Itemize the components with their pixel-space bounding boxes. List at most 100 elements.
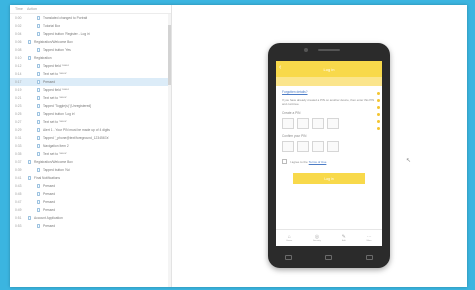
validation-dot <box>377 92 380 95</box>
row-label: Tapped button 'Register - Log in' <box>43 32 91 36</box>
nav-item-home[interactable]: ⌂ Home <box>286 234 292 242</box>
action-log-row[interactable]: 0:49 Pressed <box>10 206 171 214</box>
action-log-row[interactable]: 0:37 Registration/Welcome Box <box>10 158 171 166</box>
row-time: 0:27 <box>15 120 22 124</box>
step-icon <box>37 72 40 76</box>
action-log-row[interactable]: 0:45 Pressed <box>10 190 171 198</box>
phone-mockup: ‹ Log in Forgotten details? If you have … <box>268 43 390 268</box>
row-label: Final Notifications <box>34 176 61 180</box>
row-label: Pressed <box>43 224 56 228</box>
action-log-row[interactable]: 0:41 Final Notifications <box>10 174 171 182</box>
row-time: 0:33 <box>15 144 22 148</box>
row-label: Tapped field '*****' <box>43 88 70 92</box>
nav-label: More <box>366 240 372 242</box>
row-time: 0:31 <box>15 136 22 140</box>
action-log-row[interactable]: 0:23 Tapped 'Toggle(s)' [Unregistered] <box>10 102 171 110</box>
row-time: 0:21 <box>15 96 22 100</box>
action-log-row[interactable]: 0:31 Tapped '_phone@text/foreground_12345… <box>10 134 171 142</box>
nav-item-more[interactable]: ⋯ More <box>367 234 372 242</box>
action-log-row[interactable]: 0:08 Tapped button 'Yes' <box>10 46 171 54</box>
row-time: 0:19 <box>15 88 22 92</box>
row-time: 0:04 <box>15 32 22 36</box>
action-log-row[interactable]: 0:39 Tapped button 'No' <box>10 166 171 174</box>
step-icon <box>37 24 40 28</box>
time-column-header[interactable]: Time <box>10 7 25 11</box>
action-log-row[interactable]: 0:33 Navigation Item 2 <box>10 142 171 150</box>
action-log-row[interactable]: 0:21 Text set to '*****' <box>10 94 171 102</box>
action-log-row[interactable]: 0:04 Tapped button 'Register - Log in' <box>10 30 171 38</box>
pin-digit-box[interactable] <box>312 141 324 152</box>
row-time: 0:41 <box>15 176 22 180</box>
action-log-row[interactable]: 0:29 Alert 1 - Your PIN must be made up o… <box>10 126 171 134</box>
row-label: Text set to '*****' <box>43 96 67 100</box>
camera-icon <box>304 48 308 52</box>
action-log-row[interactable]: 0:53 Pressed <box>10 222 171 230</box>
row-label: Pressed <box>43 184 56 188</box>
action-log-row[interactable]: 0:02 Tutorial Box <box>10 22 171 30</box>
row-time: 0:25 <box>15 112 22 116</box>
nav-label: Home <box>286 240 293 242</box>
step-icon <box>37 112 40 116</box>
back-arrow-icon[interactable]: ‹ <box>279 64 281 72</box>
action-log-row[interactable]: 0:14 Text set to '*****' <box>10 70 171 78</box>
step-icon <box>37 64 40 68</box>
row-label: Tapped 'Toggle(s)' [Unregistered] <box>43 104 92 108</box>
action-log-row[interactable]: 0:47 Pressed <box>10 198 171 206</box>
row-label: Alert 1 - Your PIN must be made up of 4 … <box>43 128 110 132</box>
pin-digit-box[interactable] <box>297 118 309 129</box>
action-log-row[interactable]: 0:10 Registration <box>10 54 171 62</box>
pin-digit-box[interactable] <box>327 141 339 152</box>
row-time: 0:53 <box>15 224 22 228</box>
nav-item-security[interactable]: ◎ Security <box>313 234 321 242</box>
pin-digit-box[interactable] <box>282 118 294 129</box>
phone-hardware-buttons <box>268 250 390 264</box>
recent-apps-icon[interactable] <box>284 254 292 260</box>
row-label: Tapped button 'Log in' <box>43 112 76 116</box>
pin-digit-box[interactable] <box>297 141 309 152</box>
step-icon <box>37 208 40 212</box>
phone-screen: ‹ Log in Forgotten details? If you have … <box>276 61 382 246</box>
row-time: 0:47 <box>15 200 22 204</box>
row-time: 0:51 <box>15 216 22 220</box>
recorder-window: Time Action 0:00 Translated changed to Po… <box>10 5 467 287</box>
forgotten-details-link[interactable]: Forgotten details? <box>282 90 376 94</box>
step-icon <box>37 192 40 196</box>
back-button-icon[interactable] <box>366 254 374 260</box>
action-log-row[interactable]: 0:51 Account Application <box>10 214 171 222</box>
create-pin-field[interactable] <box>282 118 376 129</box>
nav-label: Edit <box>341 240 346 242</box>
action-log-row[interactable]: 0:19 Tapped field '*****' <box>10 86 171 94</box>
pin-digit-box[interactable] <box>282 141 294 152</box>
action-log-row[interactable]: 0:43 Pressed <box>10 182 171 190</box>
step-icon <box>37 152 40 156</box>
login-form: Forgotten details? If you have already c… <box>276 86 382 188</box>
row-time: 0:39 <box>15 168 22 172</box>
row-label: Tapped button 'Yes' <box>43 48 72 52</box>
action-log-row[interactable]: 0:17 Pressed <box>10 78 171 86</box>
action-log-row[interactable]: 0:06 Registration/Welcome Box <box>10 38 171 46</box>
scrollbar-thumb[interactable] <box>168 25 171 85</box>
action-log-row[interactable]: 0:12 Tapped field '*****' <box>10 62 171 70</box>
step-icon <box>37 48 40 52</box>
row-time: 0:37 <box>15 160 22 164</box>
home-button-icon[interactable] <box>325 254 333 260</box>
terms-of-use-link[interactable]: Terms of Use <box>309 160 327 164</box>
pin-digit-box[interactable] <box>327 118 339 129</box>
step-icon <box>37 32 40 36</box>
login-button[interactable]: Log in <box>293 173 365 184</box>
agree-text: I agree to the <box>290 159 308 164</box>
step-icon <box>37 144 40 148</box>
action-log-row[interactable]: 0:27 Text set to '*****' <box>10 118 171 126</box>
pin-digit-box[interactable] <box>312 118 324 129</box>
agree-checkbox[interactable] <box>282 159 287 164</box>
action-column-header[interactable]: Action <box>25 7 37 11</box>
row-label: Text set to '*****' <box>43 72 67 76</box>
action-log-row[interactable]: 0:25 Tapped button 'Log in' <box>10 110 171 118</box>
row-time: 0:14 <box>15 72 22 76</box>
nav-item-edit[interactable]: ✎ Edit <box>342 234 346 242</box>
action-log-panel: Time Action 0:00 Translated changed to Po… <box>10 5 172 287</box>
action-log-row[interactable]: 0:35 Text set to '*****' <box>10 150 171 158</box>
confirm-pin-field[interactable] <box>282 141 376 152</box>
row-time: 0:10 <box>15 56 22 60</box>
action-log-row[interactable]: 0:00 Translated changed to Portrait <box>10 14 171 22</box>
